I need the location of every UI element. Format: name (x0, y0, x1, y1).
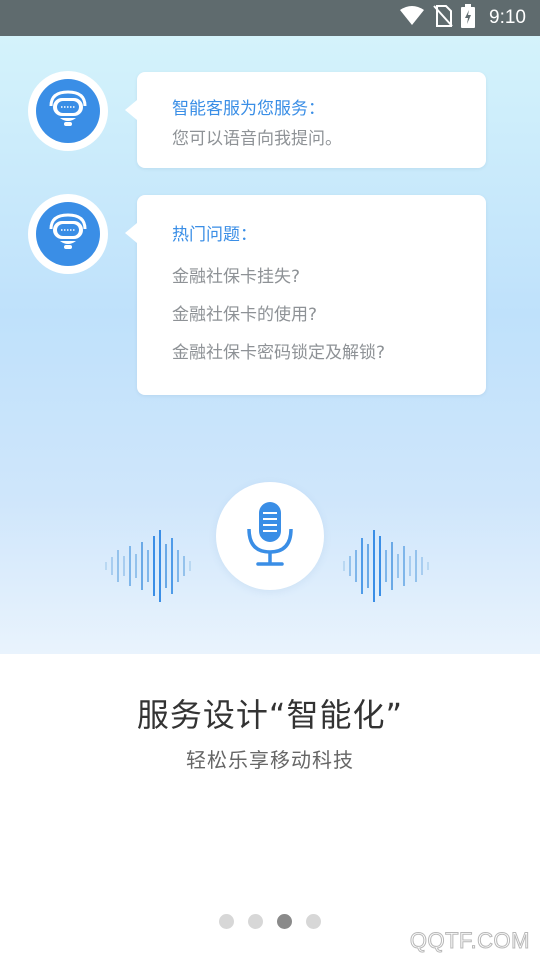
battery-charging-icon (461, 4, 476, 32)
hot-question-link[interactable]: 金融社保卡挂失? (172, 262, 300, 287)
page-subtitle: 轻松乐享移动科技 (186, 748, 354, 772)
status-time: 9:10 (489, 7, 526, 28)
hero-panel: 智能客服为您服务： 您可以语音向我提问。 热门问题： 金融社保卡挂失? 金融社保… (0, 36, 540, 654)
bubble-text: 您可以语音向我提问。 (172, 129, 342, 149)
assistant-avatar (28, 194, 108, 274)
page-title: 服务设计“智能化” (136, 696, 404, 734)
voice-input-button[interactable] (216, 482, 324, 590)
status-bar: 9:10 (0, 0, 540, 36)
robot-assistant-icon (45, 88, 91, 134)
watermark: QQTF.COM (409, 928, 530, 954)
chat-bubble-greeting: 智能客服为您服务： 您可以语音向我提问。 (125, 72, 486, 168)
bubble-title: 智能客服为您服务： (172, 99, 325, 119)
sound-wave-left (105, 530, 191, 602)
no-sim-icon (433, 5, 453, 31)
guide-screen: { "status_bar": { "time": "9:10", "icons… (0, 0, 540, 960)
page-indicator (0, 914, 540, 929)
bubble-title: 热门问题： (172, 225, 257, 245)
page-dot-active[interactable] (277, 914, 292, 929)
page-dot[interactable] (219, 914, 234, 929)
chat-bubble-hot-questions: 热门问题： 金融社保卡挂失? 金融社保卡的使用? 金融社保卡密码锁定及解锁? (125, 195, 486, 395)
page-dot[interactable] (248, 914, 263, 929)
hot-question-link[interactable]: 金融社保卡的使用? (172, 300, 317, 325)
sound-wave-right (343, 530, 429, 602)
hot-question-link[interactable]: 金融社保卡密码锁定及解锁? (172, 338, 385, 363)
page-dot[interactable] (306, 914, 321, 929)
microphone-icon (242, 499, 298, 573)
robot-assistant-icon (45, 211, 91, 257)
assistant-avatar (28, 71, 108, 151)
wifi-icon (399, 6, 425, 30)
